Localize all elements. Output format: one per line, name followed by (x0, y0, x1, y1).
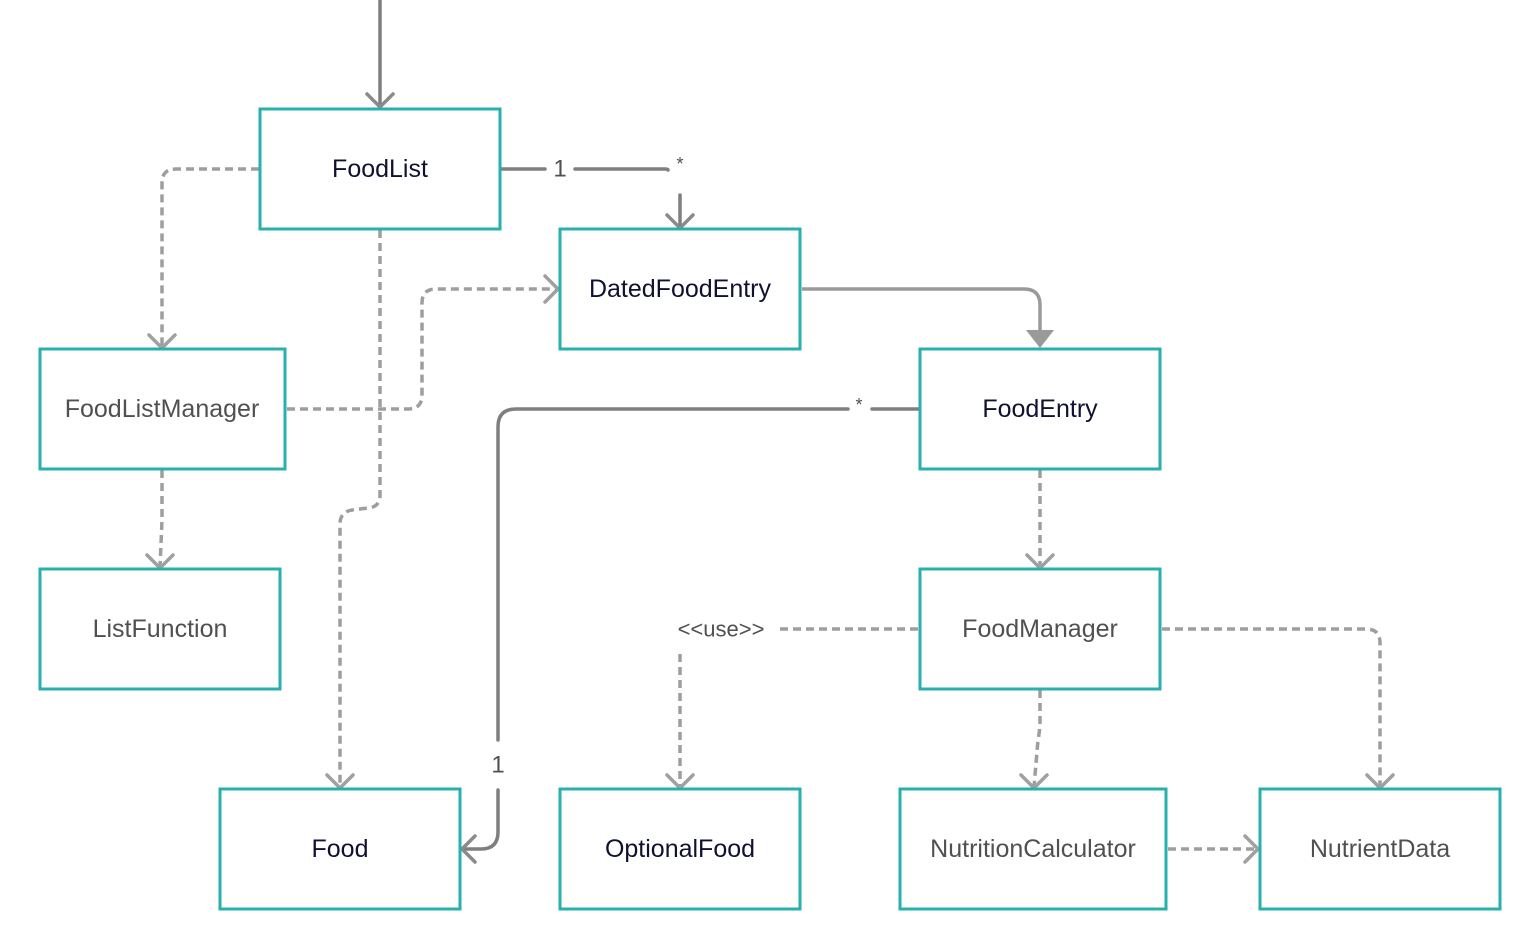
class-name: FoodList (332, 155, 428, 183)
class-node-listfunction[interactable]: ListFunction (38, 567, 282, 691)
edge-nutritioncalculator-to-nutrientdata[interactable] (1168, 834, 1260, 864)
class-name: FoodEntry (982, 395, 1098, 423)
class-node-foodentry[interactable]: FoodEntry (918, 347, 1162, 471)
multiplicity-label: 1 (553, 156, 566, 183)
multiplicity-label: * (855, 395, 862, 415)
edge-foodentry-to-foodmanager[interactable] (1025, 470, 1055, 570)
edge-foodlist-to-foodlistmanager[interactable] (147, 167, 259, 350)
class-name: NutritionCalculator (930, 835, 1136, 863)
class-node-foodlist[interactable]: FoodList (258, 107, 502, 231)
class-node-foodmanager[interactable]: FoodManager (918, 567, 1162, 691)
edge-foodmanager-to-nutrientdata[interactable] (1162, 627, 1395, 790)
class-node-optionalfood[interactable]: OptionalFood (558, 787, 802, 911)
class-name: DatedFoodEntry (589, 275, 772, 303)
class-name: Food (312, 835, 369, 863)
class-node-nutrientdata[interactable]: NutrientData (1258, 787, 1502, 911)
edge-foodmanager-to-nutritioncalculator[interactable] (1019, 690, 1049, 790)
edge-foodlist-to-food[interactable] (325, 230, 382, 790)
class-node-nutritioncalculator[interactable]: NutritionCalculator (898, 787, 1168, 911)
filled-arrowhead-icon (1026, 330, 1054, 348)
class-name: FoodManager (962, 615, 1118, 643)
multiplicity-label: * (676, 154, 683, 174)
edge-foodlistmanager-to-datedfoodentry[interactable] (287, 274, 560, 411)
edge-foodmanager-to-optionalfood[interactable]: <<use>> (665, 617, 918, 790)
class-name: NutrientData (1310, 835, 1450, 863)
class-name: OptionalFood (605, 835, 755, 863)
edge-foodlist-to-datedfoodentry[interactable]: 1 * (499, 154, 695, 230)
class-name: FoodListManager (65, 395, 260, 423)
multiplicity-label: 1 (491, 752, 504, 779)
class-node-food[interactable]: Food (218, 787, 462, 911)
edge-foodlistmanager-to-listfunction[interactable] (145, 470, 175, 570)
edge-external-to-foodlist[interactable] (365, 0, 395, 109)
class-node-datedfoodentry[interactable]: DatedFoodEntry (558, 227, 802, 351)
stereotype-label: <<use>> (678, 617, 765, 642)
class-name: ListFunction (93, 615, 228, 643)
edge-datedfoodentry-to-foodentry[interactable] (802, 287, 1054, 348)
uml-class-diagram: 1 * * 1 <<use>> FoodList DatedFoodEntry … (38, 0, 1502, 911)
class-node-foodlistmanager[interactable]: FoodListManager (38, 347, 287, 471)
